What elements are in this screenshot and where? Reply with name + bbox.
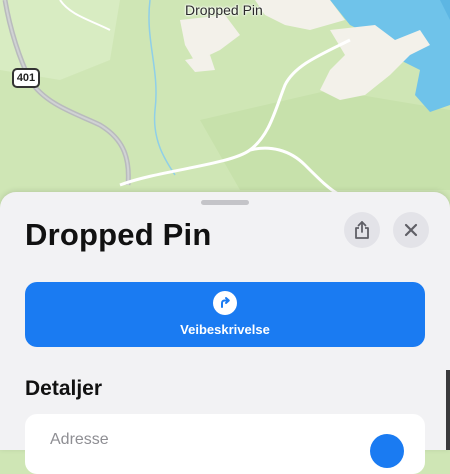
share-button[interactable]: [344, 212, 380, 248]
details-card: Adresse: [25, 414, 425, 474]
map-view[interactable]: Dropped Pin 401: [0, 0, 450, 210]
map-canvas: [0, 0, 450, 210]
scroll-indicator: [446, 370, 450, 450]
address-label: Adresse: [50, 431, 109, 448]
address-action-button[interactable]: [370, 434, 404, 468]
sheet-title: Dropped Pin: [25, 217, 212, 252]
place-sheet: Dropped Pin Veibeskrivelse Detaljer Adre…: [0, 192, 450, 474]
close-icon: [404, 223, 418, 237]
sheet-grabber[interactable]: [201, 200, 249, 205]
close-button[interactable]: [393, 212, 429, 248]
map-pin-label[interactable]: Dropped Pin: [185, 2, 263, 18]
directions-arrow-icon: [213, 291, 237, 315]
details-heading: Detaljer: [25, 377, 103, 400]
directions-label: Veibeskrivelse: [180, 322, 270, 337]
directions-button[interactable]: Veibeskrivelse: [25, 282, 425, 347]
road-shield: 401: [12, 68, 40, 88]
share-icon: [355, 221, 369, 239]
